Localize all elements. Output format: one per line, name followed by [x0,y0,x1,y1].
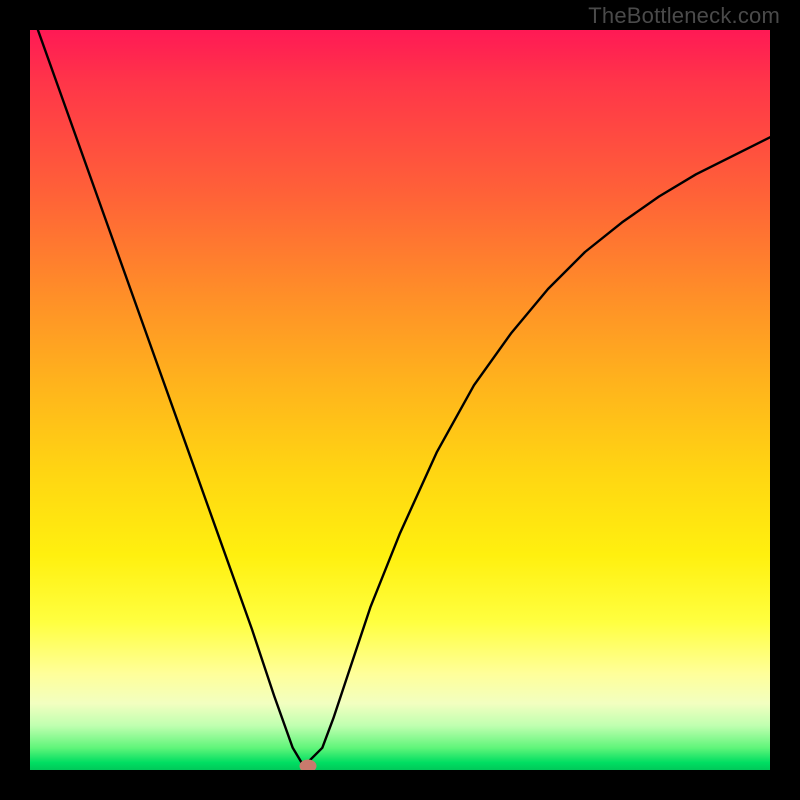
plot-area [30,30,770,770]
bottleneck-curve [30,30,770,770]
watermark-text: TheBottleneck.com [588,3,780,29]
minimum-marker [299,760,316,770]
